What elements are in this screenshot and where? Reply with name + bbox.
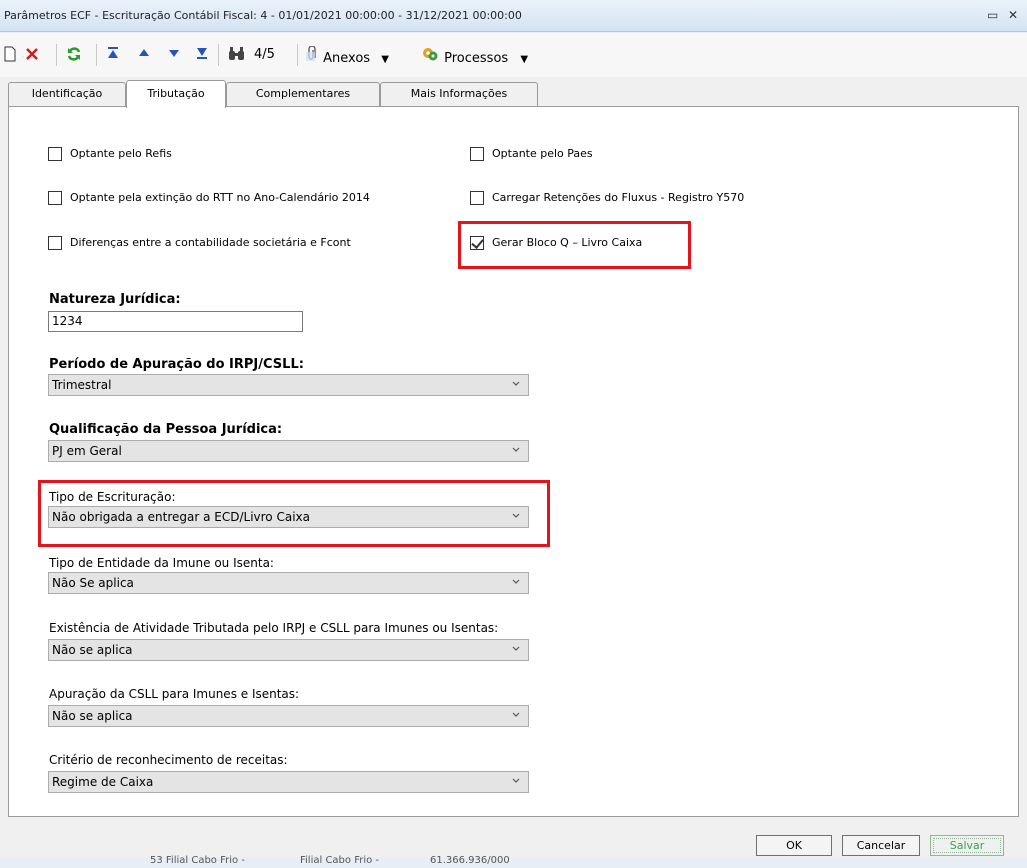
tab-identificacao[interactable]: Identificação	[8, 82, 126, 106]
retencoes-checkbox-box[interactable]	[470, 191, 484, 205]
tab-mais-informacoes[interactable]: Mais Informações	[380, 82, 538, 106]
refis-checkbox-label: Optante pelo Refis	[70, 147, 172, 160]
apuracao-csll-label: Apuração da CSLL para Imunes e Isentas:	[49, 687, 300, 701]
paperclip-icon	[305, 45, 319, 68]
periodo-label: Período de Apuração do IRPJ/CSLL:	[49, 357, 304, 372]
anexos-menu-button[interactable]: Anexos ▼	[305, 45, 405, 66]
tab-complementares[interactable]: Complementares	[226, 82, 380, 106]
chevron-down-icon	[512, 646, 520, 651]
bloco-q-checkbox-box[interactable]	[470, 236, 484, 250]
tipo-escrituracao-value: Não obrigada a entregar a ECD/Livro Caix…	[52, 510, 310, 524]
tipo-entidade-value: Não Se aplica	[52, 576, 134, 590]
apuracao-csll-select[interactable]: Não se aplica	[48, 705, 529, 727]
chevron-down-icon	[512, 778, 520, 783]
qualificacao-value: PJ em Geral	[52, 444, 122, 458]
toolbar-separator	[218, 44, 219, 66]
close-icon[interactable]: ✕	[1008, 8, 1018, 22]
background-cell: 61.366.936/000	[430, 855, 510, 866]
chevron-down-icon	[512, 513, 520, 518]
natureza-label: Natureza Jurídica:	[49, 292, 181, 307]
background-cell: 53 Filial Cabo Frio -	[150, 855, 245, 866]
qualificacao-label: Qualificação da Pessoa Jurídica:	[49, 422, 283, 437]
last-record-icon[interactable]	[193, 46, 211, 64]
toolbar-separator	[297, 44, 298, 66]
periodo-select[interactable]: Trimestral	[48, 374, 529, 396]
fcont-checkbox-box[interactable]	[48, 236, 62, 250]
apuracao-csll-value: Não se aplica	[52, 709, 133, 723]
atividade-select[interactable]: Não se aplica	[48, 639, 529, 661]
toolbar-separator	[56, 44, 57, 66]
paes-checkbox-box[interactable]	[470, 147, 484, 161]
window-title-bar[interactable]: Parâmetros ECF - Escrituração Contábil F…	[0, 0, 1027, 32]
atividade-value: Não se aplica	[52, 643, 133, 657]
toolbar-separator	[96, 44, 97, 66]
fcont-checkbox-label: Diferenças entre a contabilidade societá…	[70, 236, 351, 249]
atividade-label: Existência de Atividade Tributada pelo I…	[49, 621, 499, 635]
ok-button[interactable]: OK	[756, 835, 832, 856]
periodo-value: Trimestral	[52, 378, 112, 392]
criterio-value: Regime de Caixa	[52, 775, 154, 789]
processes-icon	[422, 46, 440, 68]
refresh-icon[interactable]	[64, 46, 84, 64]
criterio-label: Critério de reconhecimento de receitas:	[49, 753, 288, 767]
restore-icon[interactable]: ▭	[987, 8, 998, 22]
criterio-select[interactable]: Regime de Caixa	[48, 771, 529, 793]
chevron-down-icon	[512, 381, 520, 386]
new-record-icon[interactable]	[2, 46, 18, 64]
tipo-escrituracao-label: Tipo de Escrituração:	[49, 490, 176, 504]
processos-menu-button[interactable]: Processos ▼	[422, 46, 547, 66]
background-grid-row: 53 Filial Cabo Frio - Filial Cabo Frio -…	[0, 855, 1027, 868]
tab-tributacao[interactable]: Tributação	[126, 80, 226, 108]
save-button[interactable]: Salvar	[930, 835, 1004, 856]
rtt-checkbox-label: Optante pela extinção do RTT no Ano-Cale…	[70, 191, 370, 204]
record-position: 4/5	[254, 47, 275, 62]
tipo-entidade-select[interactable]: Não Se aplica	[48, 572, 529, 594]
toolbar: 4/5 Anexos ▼ Processos ▼	[0, 33, 1027, 77]
tributacao-panel: Optante pelo Refis Optante pelo Paes Opt…	[8, 106, 1019, 817]
next-record-icon[interactable]	[165, 46, 183, 64]
bloco-q-checkbox-label: Gerar Bloco Q – Livro Caixa	[492, 236, 643, 249]
retencoes-checkbox-label: Carregar Retenções do Fluxus - Registro …	[492, 191, 745, 204]
background-cell: Filial Cabo Frio -	[300, 855, 380, 866]
first-record-icon[interactable]	[104, 46, 122, 64]
chevron-down-icon	[512, 712, 520, 717]
cancel-button[interactable]: Cancelar	[842, 835, 920, 856]
tipo-entidade-label: Tipo de Entidade da Imune ou Isenta:	[49, 556, 274, 570]
dropdown-arrow-icon: ▼	[381, 54, 389, 65]
refis-checkbox-box[interactable]	[48, 147, 62, 161]
natureza-input[interactable]: 1234	[48, 311, 303, 332]
search-icon[interactable]	[226, 46, 248, 64]
delete-icon[interactable]	[22, 46, 42, 64]
paes-checkbox-label: Optante pelo Paes	[492, 147, 593, 160]
qualificacao-select[interactable]: PJ em Geral	[48, 440, 529, 462]
chevron-down-icon	[512, 579, 520, 584]
rtt-checkbox-box[interactable]	[48, 191, 62, 205]
window-title: Parâmetros ECF - Escrituração Contábil F…	[4, 9, 522, 22]
processos-label: Processos	[444, 51, 509, 66]
dropdown-arrow-icon: ▼	[520, 54, 529, 65]
chevron-down-icon	[512, 447, 520, 452]
anexos-label: Anexos	[323, 51, 371, 66]
previous-record-icon[interactable]	[135, 46, 153, 64]
tipo-escrituracao-select[interactable]: Não obrigada a entregar a ECD/Livro Caix…	[48, 506, 529, 528]
